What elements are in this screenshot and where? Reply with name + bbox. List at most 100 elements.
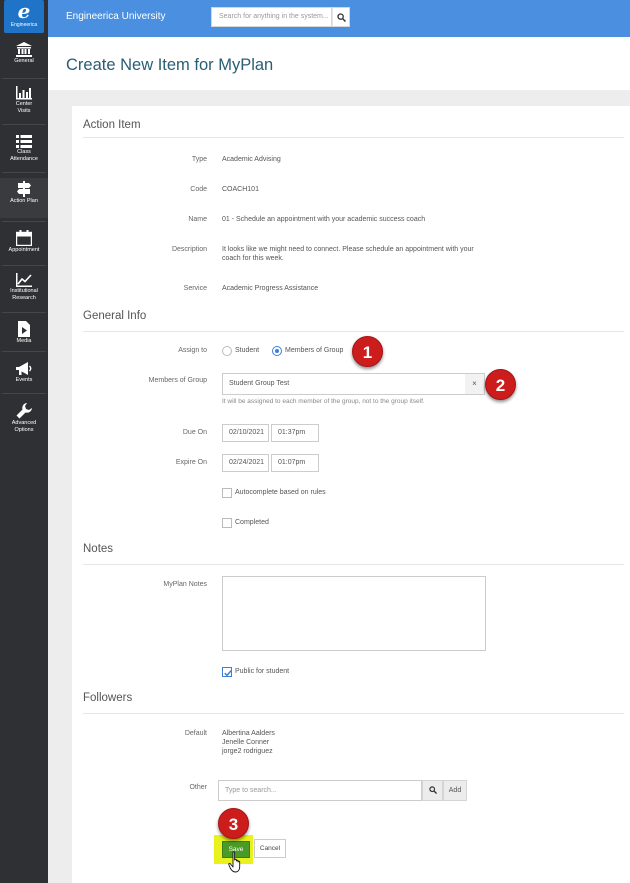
bar-chart-icon <box>16 86 32 100</box>
sidebar-item-label: Appointment <box>8 247 40 253</box>
divider <box>2 312 46 313</box>
form-panel: Action Item Type Academic Advising Code … <box>72 106 630 883</box>
service-label: Service <box>183 285 207 292</box>
due-date-input[interactable]: 02/10/2021 <box>222 424 269 442</box>
clear-group-button[interactable]: × <box>465 373 485 395</box>
follower-name: jorge2 rodriguez <box>222 748 273 755</box>
members-of-group-radio[interactable] <box>272 346 282 356</box>
divider <box>83 564 624 565</box>
name-value: 01 - Schedule an appointment with your a… <box>222 216 426 223</box>
sidebar-item-label: Class Attendance <box>10 149 38 162</box>
other-followers-label: Other <box>189 784 207 791</box>
default-followers-label: Default <box>184 730 207 737</box>
sidebar-item-label: Institutional Research <box>10 288 38 301</box>
sidebar-item-institutional-research[interactable]: Institutional Research <box>0 273 48 301</box>
sidebar-item-media[interactable]: Media <box>0 321 48 345</box>
members-of-group-radio-label[interactable]: Members of Group <box>285 347 343 354</box>
type-label: Type <box>191 156 207 163</box>
calendar-icon <box>16 230 32 246</box>
add-follower-button[interactable]: Add <box>443 780 467 801</box>
type-value: Academic Advising <box>222 156 281 163</box>
sidebar-item-action-plan[interactable]: Action Plan <box>0 178 48 218</box>
sidebar-item-label: Events <box>15 377 33 383</box>
sidebar-item-label: Center Visits <box>15 101 33 114</box>
members-of-group-select[interactable]: Student Group Test <box>222 373 466 395</box>
callout-badge-1: 1 <box>352 336 383 367</box>
sidebar-item-appointment[interactable]: Appointment <box>0 230 48 254</box>
checkmark-icon <box>224 670 232 677</box>
completed-label: Completed <box>235 519 269 526</box>
topbar: Engineerica University Search for anythi… <box>48 0 630 37</box>
sidebar-item-label: Media <box>16 338 32 344</box>
student-radio-label[interactable]: Student <box>235 347 259 354</box>
list-icon <box>16 135 32 148</box>
sidebar-item-general[interactable]: General <box>0 42 48 65</box>
bank-icon <box>16 42 32 57</box>
sidebar-item-events[interactable]: Events <box>0 362 48 384</box>
global-search-input[interactable]: Search for anything in the system... <box>211 7 332 27</box>
page-title: Create New Item for MyPlan <box>66 56 274 74</box>
section-title-general-info: General Info <box>83 310 147 322</box>
description-label: Description <box>171 246 207 253</box>
sidebar-item-label: General <box>14 58 34 64</box>
page-header: Create New Item for MyPlan <box>48 37 630 90</box>
section-title-notes: Notes <box>83 543 114 555</box>
follower-search-button[interactable] <box>422 780 443 801</box>
code-value: COACH101 <box>222 186 259 193</box>
assign-to-label: Assign to <box>178 347 207 354</box>
logo-text: Engineerica <box>10 22 38 28</box>
description-value-line-1: It looks like we might need to connect. … <box>222 246 474 253</box>
sidebar-item-label: Action Plan <box>10 198 38 204</box>
section-title-followers: Followers <box>83 692 133 704</box>
description-value-line-2: coach for this week. <box>222 255 284 262</box>
autocomplete-checkbox[interactable] <box>222 488 232 498</box>
completed-checkbox[interactable] <box>222 518 232 528</box>
expire-on-label: Expire On <box>175 459 207 466</box>
divider <box>83 713 624 714</box>
expire-date-input[interactable]: 02/24/2021 <box>222 454 269 472</box>
divider <box>83 331 624 332</box>
divider <box>2 221 46 222</box>
global-search-button[interactable] <box>332 7 350 27</box>
sidebar-item-label: Advanced Options <box>11 420 37 433</box>
hand-cursor-icon <box>228 851 241 873</box>
divider <box>2 351 46 352</box>
media-icon <box>18 321 30 337</box>
divider <box>2 393 46 394</box>
divider <box>83 137 624 138</box>
divider <box>2 124 46 125</box>
divider <box>2 172 46 173</box>
sidebar-item-advanced-options[interactable]: Advanced Options <box>0 403 48 433</box>
sidebar: e Engineerica General Center Visits Clas… <box>0 0 48 883</box>
autocomplete-label: Autocomplete based on rules <box>235 489 326 496</box>
expire-time-input[interactable]: 01:07pm <box>271 454 319 472</box>
cancel-button[interactable]: Cancel <box>254 839 286 858</box>
follower-name: Albertina Aalders <box>222 730 275 737</box>
sidebar-item-center-visits[interactable]: Center Visits <box>0 86 48 114</box>
divider <box>2 78 46 79</box>
sidebar-item-class-attendance[interactable]: Class Attendance <box>0 135 48 162</box>
wrench-icon <box>16 403 32 419</box>
logo-letter: e <box>17 0 31 23</box>
due-time-input[interactable]: 01:37pm <box>271 424 319 442</box>
members-of-group-label: Members of Group <box>148 377 207 384</box>
myplan-notes-textarea[interactable] <box>222 576 486 651</box>
service-value: Academic Progress Assistance <box>222 285 319 292</box>
follower-name: Jenelle Conner <box>222 739 270 746</box>
divider <box>2 265 46 266</box>
members-help-text: It will be assigned to each member of th… <box>222 398 425 405</box>
logo[interactable]: e Engineerica <box>4 0 44 33</box>
megaphone-icon <box>15 362 31 375</box>
app-name[interactable]: Engineerica University <box>66 11 166 22</box>
public-for-student-checkbox[interactable] <box>222 667 232 677</box>
search-icon <box>428 786 437 795</box>
section-title-action-item: Action Item <box>83 119 141 131</box>
student-radio[interactable] <box>222 346 232 356</box>
name-label: Name <box>188 216 207 223</box>
callout-badge-3: 3 <box>218 808 249 839</box>
follower-search-input[interactable]: Type to search... <box>218 780 422 801</box>
public-for-student-label: Public for student <box>235 668 290 675</box>
signpost-icon <box>17 181 31 197</box>
myplan-notes-label: MyPlan Notes <box>163 581 207 588</box>
code-label: Code <box>190 186 207 193</box>
